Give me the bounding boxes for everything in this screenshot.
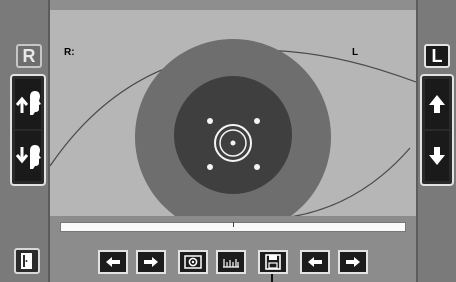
- capture-button[interactable]: [178, 250, 208, 274]
- right-eye-button[interactable]: R: [16, 44, 42, 68]
- next-button[interactable]: [136, 250, 166, 274]
- exit-button[interactable]: [14, 248, 40, 274]
- save-icon: [265, 254, 281, 270]
- alignment-dot: [254, 118, 260, 124]
- move-head-up-button[interactable]: [15, 79, 41, 129]
- left-eye-corner-label: L: [352, 47, 358, 58]
- arrow-down-icon: [429, 147, 445, 165]
- alignment-dot: [207, 118, 213, 124]
- alignment-dot: [207, 164, 213, 170]
- arrow-right-icon: [346, 257, 360, 267]
- arrow-right-icon: [144, 257, 158, 267]
- right-eye-corner-label: R:: [64, 47, 75, 58]
- move-up-button[interactable]: [425, 79, 449, 129]
- reticle-center-dot: [230, 140, 236, 146]
- next-image-button[interactable]: [338, 250, 368, 274]
- pupil: [174, 76, 292, 194]
- vertical-move-controls: [420, 74, 454, 186]
- mouse-pointer: [271, 274, 273, 282]
- arrow-up-icon: [429, 95, 445, 113]
- previous-button[interactable]: [98, 250, 128, 274]
- save-button[interactable]: [258, 250, 288, 274]
- move-down-button[interactable]: [425, 131, 449, 181]
- eye-camera-viewport: R: L: [50, 10, 416, 216]
- arrow-left-icon: [308, 257, 322, 267]
- progress-center-marker: [233, 222, 234, 227]
- move-head-down-button[interactable]: [15, 131, 41, 181]
- left-eye-button[interactable]: L: [424, 44, 450, 68]
- measure-button[interactable]: [216, 250, 246, 274]
- eye-image: R: L: [50, 39, 416, 216]
- previous-image-button[interactable]: [300, 250, 330, 274]
- move-head-down-icon: [15, 145, 41, 169]
- head-position-controls: [10, 74, 46, 186]
- exit-door-icon: [21, 253, 32, 269]
- alignment-dot: [254, 164, 260, 170]
- camera-icon: [184, 255, 202, 269]
- ruler-icon: [223, 259, 239, 268]
- arrow-left-icon: [106, 257, 120, 267]
- move-head-up-icon: [15, 91, 41, 115]
